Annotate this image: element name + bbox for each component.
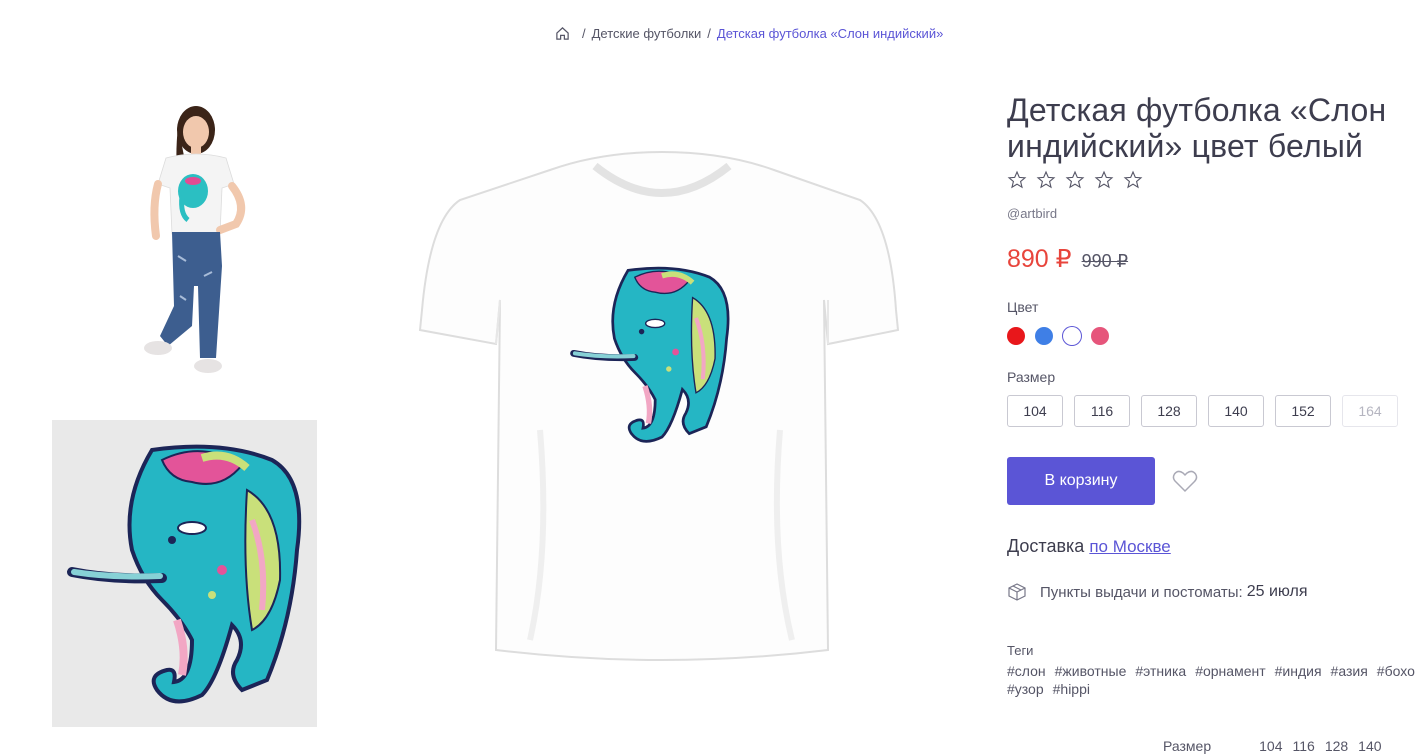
price-block: 890 ₽ 990 ₽ xyxy=(1007,244,1128,274)
star-icon[interactable] xyxy=(1065,170,1085,190)
tag-link[interactable]: #животные xyxy=(1055,663,1127,679)
color-swatch-blue[interactable] xyxy=(1035,327,1053,345)
pickup-text: Пункты выдачи и постоматы: xyxy=(1040,583,1243,601)
delivery-info: Доставка по Москве xyxy=(1007,536,1171,557)
breadcrumb-separator: / xyxy=(582,26,586,41)
size-table-value: 140 xyxy=(1358,738,1382,754)
star-icon[interactable] xyxy=(1036,170,1056,190)
breadcrumb: / Детские футболки / Детская футболка «С… xyxy=(555,26,943,41)
tags-label: Теги xyxy=(1007,643,1034,658)
tag-link[interactable]: #этника xyxy=(1135,663,1186,679)
color-label: Цвет xyxy=(1007,299,1039,315)
rating-stars[interactable] xyxy=(1007,170,1143,190)
tag-link[interactable]: #азия xyxy=(1331,663,1368,679)
color-swatch-pink[interactable] xyxy=(1091,327,1109,345)
home-icon[interactable] xyxy=(555,26,570,41)
old-price: 990 ₽ xyxy=(1081,251,1129,271)
author-link[interactable]: @artbird xyxy=(1007,206,1057,221)
breadcrumb-kids-tshirts[interactable]: Детские футболки xyxy=(592,26,702,41)
star-icon[interactable] xyxy=(1094,170,1114,190)
size-table-value: 128 xyxy=(1324,738,1349,754)
color-swatch-white[interactable] xyxy=(1063,327,1081,345)
color-swatch-red[interactable] xyxy=(1007,327,1025,345)
size-table-label: Размер xyxy=(1163,738,1212,754)
color-picker xyxy=(1007,327,1109,345)
pickup-date: 25 июля xyxy=(1246,583,1308,600)
size-label: Размер xyxy=(1007,369,1056,385)
tag-link[interactable]: #орнамент xyxy=(1195,663,1265,679)
product-title: Детская футболка «Слон индийский» цвет б… xyxy=(1007,92,1387,164)
current-price: 890 ₽ xyxy=(1007,245,1072,273)
size-option-152[interactable]: 152 xyxy=(1275,395,1331,427)
size-table-value: 104 xyxy=(1259,738,1283,754)
breadcrumb-separator: / xyxy=(707,26,711,41)
size-table-value: 116 xyxy=(1292,738,1315,754)
tag-link[interactable]: #слон xyxy=(1007,663,1046,679)
tag-link[interactable]: #бохо xyxy=(1377,663,1415,679)
heart-icon[interactable] xyxy=(1172,469,1198,493)
tags-list: #слон #животные #этника #орнамент #индия… xyxy=(1007,663,1423,697)
pickup-info: Пункты выдачи и постоматы: 25 июля xyxy=(1007,582,1308,602)
delivery-city-link[interactable]: по Москве xyxy=(1089,537,1170,556)
delivery-label: Доставка xyxy=(1007,536,1085,556)
tag-link[interactable]: #hippi xyxy=(1053,681,1090,697)
star-icon[interactable] xyxy=(1007,170,1027,190)
star-icon[interactable] xyxy=(1123,170,1143,190)
size-option-104[interactable]: 104 xyxy=(1007,395,1063,427)
add-to-cart-button[interactable]: В корзину xyxy=(1007,457,1155,505)
size-option-140[interactable]: 140 xyxy=(1208,395,1264,427)
thumbnail-model-photo[interactable] xyxy=(108,96,268,396)
tag-link[interactable]: #индия xyxy=(1275,663,1322,679)
size-table-header: Размер 104 116 128 140 xyxy=(1163,738,1382,754)
thumbnail-print-closeup[interactable] xyxy=(52,420,317,727)
product-main-image[interactable] xyxy=(400,130,920,690)
size-option-116[interactable]: 116 xyxy=(1074,395,1130,427)
size-option-128[interactable]: 128 xyxy=(1141,395,1197,427)
size-option-164: 164 xyxy=(1342,395,1398,427)
size-picker: 104 116 128 140 152 164 xyxy=(1007,395,1398,427)
breadcrumb-current[interactable]: Детская футболка «Слон индийский» xyxy=(717,26,943,41)
box-icon xyxy=(1007,582,1027,602)
tag-link[interactable]: #узор xyxy=(1007,681,1044,697)
